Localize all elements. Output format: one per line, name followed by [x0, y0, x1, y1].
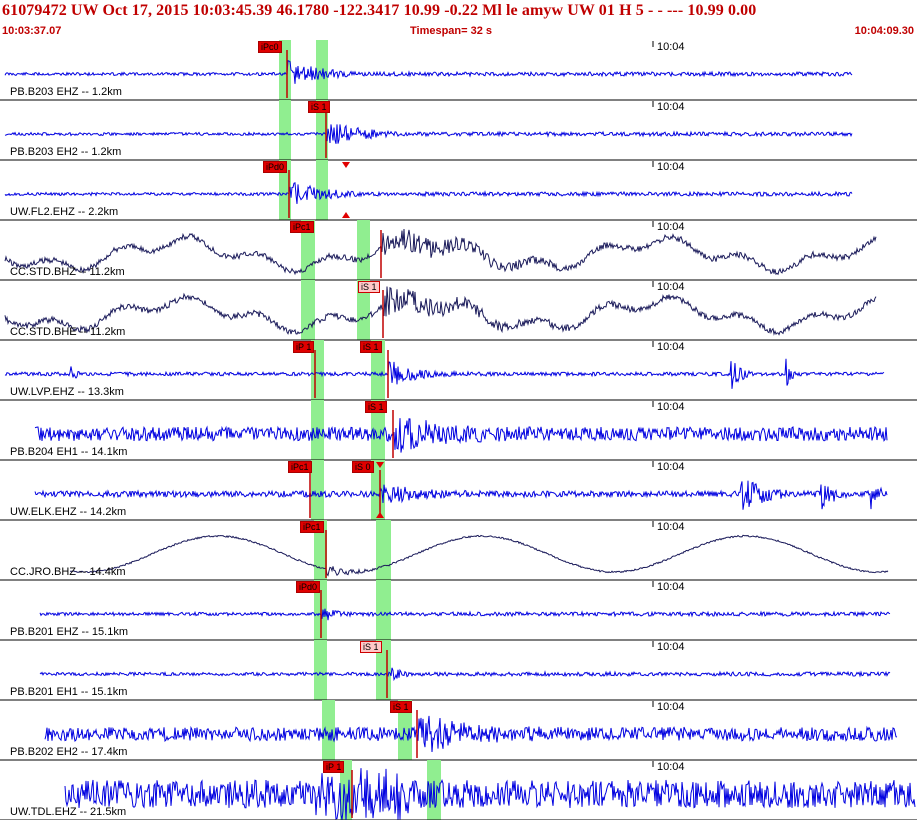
waveform-trace — [4, 286, 877, 336]
waveform-trace — [34, 418, 888, 453]
channel-row[interactable] — [0, 160, 917, 221]
channel-row[interactable] — [0, 400, 917, 461]
waveform-trace — [4, 124, 853, 144]
phase-pick-flag[interactable]: iPc1 — [300, 521, 324, 533]
channel-row[interactable] — [0, 100, 917, 161]
channel-label[interactable]: PB.B204 EH1 -- 14.1km — [10, 446, 127, 458]
phase-pick-flag[interactable]: iPd0 — [263, 161, 288, 173]
time-mark: 10:04 — [657, 641, 685, 653]
time-mark: 10:04 — [657, 281, 685, 293]
phase-pick-flag[interactable]: iPc1 — [290, 221, 314, 233]
channel-label[interactable]: PB.B203 EHZ -- 1.2km — [10, 86, 122, 98]
channel-row[interactable] — [0, 460, 917, 521]
channel-label[interactable]: PB.B201 EHZ -- 15.1km — [10, 626, 128, 638]
time-mark: 10:04 — [657, 761, 685, 773]
channel-label[interactable]: UW.FL2.EHZ -- 2.2km — [10, 206, 118, 218]
phase-window — [376, 520, 391, 580]
waveform-trace — [4, 182, 853, 204]
waveform-trace — [44, 715, 898, 753]
phase-pick-flag[interactable]: iPc1 — [288, 461, 312, 473]
time-mark: 10:04 — [657, 221, 685, 233]
channel-label[interactable]: PB.B203 EH2 -- 1.2km — [10, 146, 121, 158]
time-mark: 10:04 — [657, 101, 685, 113]
time-mark: 10:04 — [657, 701, 685, 713]
channel-label[interactable]: CC.STD.BHE -- 11.2km — [10, 326, 125, 338]
time-mark: 10:04 — [657, 41, 685, 53]
time-mark: 10:04 — [657, 401, 685, 413]
waveform-trace — [70, 534, 889, 577]
phase-window — [311, 460, 324, 520]
channel-label[interactable]: UW.LVP.EHZ -- 13.3km — [10, 386, 124, 398]
time-mark: 10:04 — [657, 161, 685, 173]
phase-pick-flag[interactable]: iP 1 — [323, 761, 345, 773]
coda-marker-icon — [342, 212, 350, 218]
phase-window — [357, 220, 370, 280]
phase-pick-flag[interactable]: iS 1 — [390, 701, 412, 713]
waveform-trace — [4, 59, 853, 84]
phase-pick-flag[interactable]: iS 1 — [360, 641, 382, 653]
channel-row[interactable] — [0, 640, 917, 701]
channel-label[interactable]: UW.TDL.EHZ -- 21.5km — [10, 806, 126, 818]
phase-pick-flag[interactable]: iS 1 — [308, 101, 330, 113]
time-mark: 10:04 — [657, 341, 685, 353]
phase-pick-flag[interactable]: iS 1 — [365, 401, 387, 413]
time-mark: 10:04 — [657, 581, 685, 593]
channel-label[interactable]: UW.ELK.EHZ -- 14.2km — [10, 506, 126, 518]
phase-window — [316, 40, 328, 100]
seismogram-panel[interactable] — [0, 0, 917, 820]
phase-pick-flag[interactable]: iS 1 — [358, 281, 380, 293]
channel-row[interactable] — [0, 580, 917, 641]
waveform-trace — [64, 768, 916, 820]
channel-label[interactable]: PB.B202 EH2 -- 17.4km — [10, 746, 127, 758]
channel-row[interactable] — [0, 700, 917, 761]
channel-row[interactable] — [0, 520, 917, 581]
time-mark: 10:04 — [657, 461, 685, 473]
waveform-trace — [4, 358, 885, 389]
phase-window — [376, 580, 391, 640]
waveform-trace — [4, 228, 877, 276]
waveform-trace — [34, 480, 888, 510]
time-mark: 10:04 — [657, 521, 685, 533]
coda-marker-icon — [342, 162, 350, 168]
channel-row[interactable] — [0, 40, 917, 101]
phase-pick-flag[interactable]: iS 0 — [352, 461, 374, 473]
waveform-trace — [39, 667, 891, 682]
channel-row[interactable] — [0, 760, 917, 820]
phase-pick-flag[interactable]: iS 1 — [360, 341, 382, 353]
waveform-trace — [39, 608, 891, 621]
channel-row[interactable] — [0, 340, 917, 401]
channel-row[interactable] — [0, 280, 917, 341]
phase-window — [279, 100, 291, 160]
phase-pick-flag[interactable]: iPd0 — [296, 581, 321, 593]
channel-label[interactable]: CC.JRO.BHZ -- 14.4km — [10, 566, 126, 578]
channel-label[interactable]: PB.B201 EH1 -- 15.1km — [10, 686, 127, 698]
phase-pick-flag[interactable]: iP 1 — [293, 341, 315, 353]
phase-window — [314, 640, 327, 700]
phase-window — [316, 160, 328, 220]
channel-row[interactable] — [0, 220, 917, 281]
phase-pick-flag[interactable]: iPc0 — [258, 41, 282, 53]
channel-label[interactable]: CC.STD.BHZ -- 11.2km — [10, 266, 125, 278]
